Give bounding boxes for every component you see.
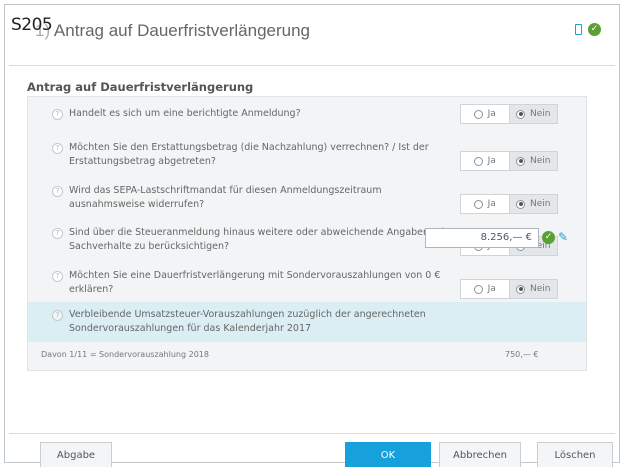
footer-divider xyxy=(9,433,615,434)
abbrechen-button[interactable]: Abbrechen xyxy=(439,442,521,467)
option-no-label: Nein xyxy=(530,199,551,209)
question-text: Wird das SEPA-Lastschriftmandat für dies… xyxy=(69,185,382,210)
option-yes[interactable]: Ja xyxy=(461,195,509,213)
option-yes-label: Ja xyxy=(487,109,496,119)
help-icon[interactable]: ? xyxy=(52,271,63,282)
option-no-label: Nein xyxy=(530,109,551,119)
sub-label: Davon 1/11 = Sondervorauszahlung 2018 xyxy=(41,350,209,359)
ok-button[interactable]: OK xyxy=(345,442,431,467)
radio-selected-icon xyxy=(516,109,525,119)
question-text: Sind über die Steueranmeldung hinaus wei… xyxy=(69,227,454,252)
radio-selected-icon xyxy=(516,284,525,294)
radio-icon xyxy=(473,284,483,294)
yes-no-toggle: Ja Nein xyxy=(460,104,558,124)
option-yes[interactable]: Ja xyxy=(461,152,509,170)
dialog-window: S205 1) Antrag auf Dauerfristverlängerun… xyxy=(4,4,620,467)
option-no-label: Nein xyxy=(530,284,551,294)
sub-amount: 750,— € xyxy=(505,350,539,359)
question-text: Möchten Sie den Erstattungsbetrag (die N… xyxy=(69,142,429,167)
amount-question-text: Verbleibende Umsatzsteuer-Vorauszahlunge… xyxy=(69,309,426,334)
pencil-icon[interactable]: ✎ xyxy=(558,230,568,244)
radio-icon xyxy=(473,156,483,166)
amount-input[interactable]: 8.256,— € xyxy=(425,228,539,248)
help-icon[interactable]: ? xyxy=(52,228,63,239)
option-yes[interactable]: Ja xyxy=(461,280,509,298)
yes-no-toggle: Ja Nein xyxy=(460,194,558,214)
window-title-text: Antrag auf Dauerfristverlängerung xyxy=(53,21,311,40)
option-no[interactable]: Nein xyxy=(508,152,557,170)
option-no-label: Nein xyxy=(530,156,551,166)
check-circle-icon: ✓ xyxy=(542,231,555,244)
option-yes[interactable]: Ja xyxy=(461,105,509,123)
check-circle-icon: ✓ xyxy=(588,23,601,36)
radio-selected-icon xyxy=(516,156,525,166)
question-text: Handelt es sich um eine berichtigte Anme… xyxy=(69,108,301,119)
option-yes-label: Ja xyxy=(487,156,496,166)
question-text: Möchten Sie eine Dauerfristverlängerung … xyxy=(69,270,441,295)
loeschen-button[interactable]: Löschen xyxy=(537,442,613,467)
screen-id-label: S205 xyxy=(11,15,53,35)
panel-title: Antrag auf Dauerfristverlängerung xyxy=(27,80,254,94)
header-divider xyxy=(9,65,615,66)
help-icon[interactable]: ? xyxy=(52,310,63,321)
option-no[interactable]: Nein xyxy=(508,105,557,123)
radio-icon xyxy=(473,109,483,119)
yes-no-toggle: Ja Nein xyxy=(460,279,558,299)
help-icon[interactable]: ? xyxy=(52,143,63,154)
yes-no-toggle: Ja Nein xyxy=(460,151,558,171)
option-no[interactable]: Nein xyxy=(508,195,557,213)
option-yes-label: Ja xyxy=(487,199,496,209)
radio-selected-icon xyxy=(516,199,525,209)
option-no[interactable]: Nein xyxy=(508,280,557,298)
help-icon[interactable]: ? xyxy=(52,109,63,120)
help-icon[interactable]: ? xyxy=(52,186,63,197)
window-title: 1) Antrag auf Dauerfristverlängerung xyxy=(35,21,310,41)
document-icon[interactable] xyxy=(575,24,582,35)
amount-row: ? Verbleibende Umsatzsteuer-Vorauszahlun… xyxy=(28,302,586,342)
radio-icon xyxy=(473,199,483,209)
option-yes-label: Ja xyxy=(487,284,496,294)
window-status-icons: ✓ xyxy=(575,23,601,36)
abgabe-button[interactable]: Abgabe xyxy=(40,442,112,467)
